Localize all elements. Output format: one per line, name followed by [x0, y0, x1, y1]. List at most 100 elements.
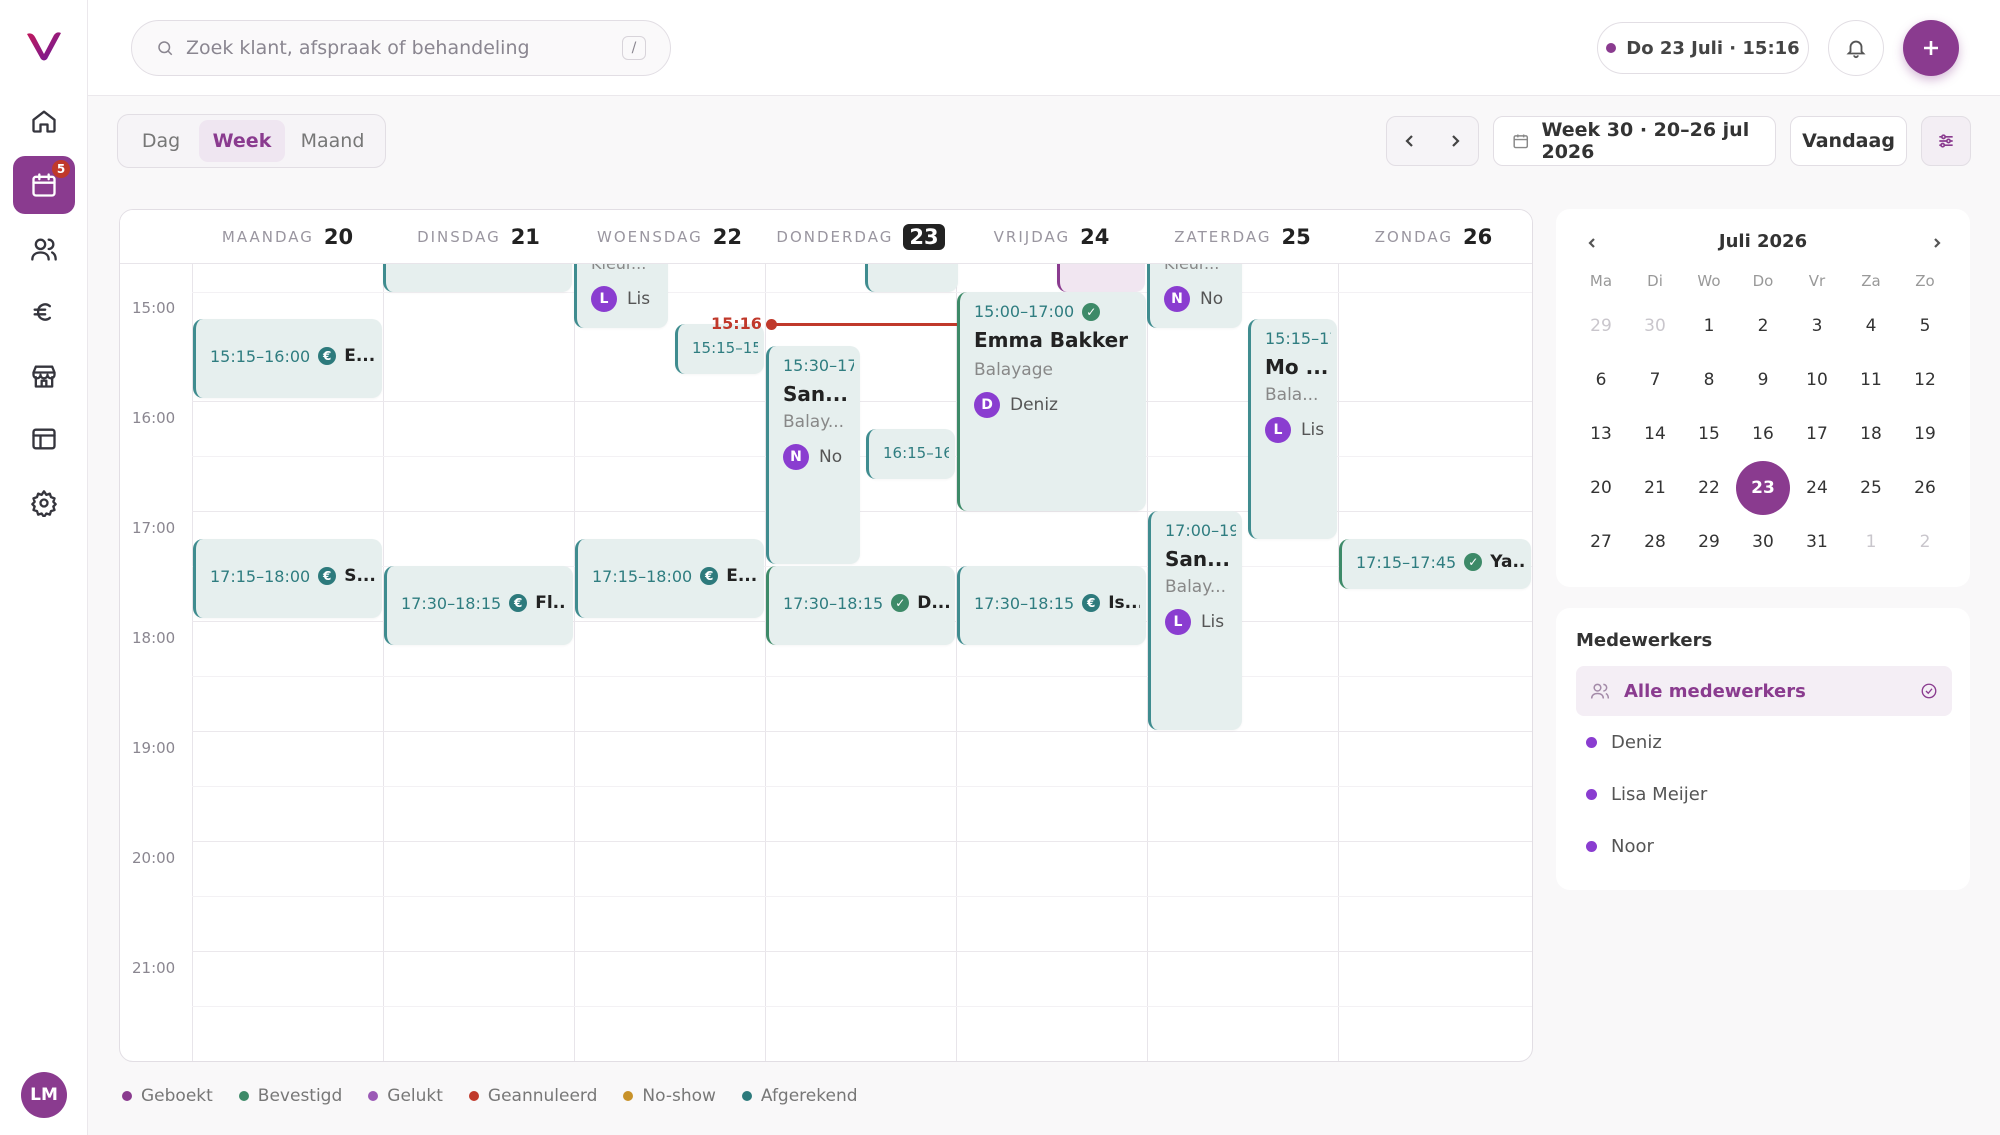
mini-cal-day[interactable]: 3 [1790, 299, 1844, 353]
mini-cal-day[interactable]: 2 [1736, 299, 1790, 353]
mini-cal-day-selected[interactable]: 23 [1736, 461, 1790, 515]
appointment-card[interactable] [1057, 264, 1145, 292]
notifications-button[interactable] [1828, 20, 1884, 76]
staff-filter-name: Deniz [1611, 732, 1662, 753]
brand-logo[interactable] [24, 28, 64, 62]
nav-finance[interactable] [13, 283, 75, 341]
mini-cal-day[interactable]: 28 [1628, 515, 1682, 569]
legend-label: Afgerekend [760, 1086, 858, 1106]
day-name: ZONDAG [1374, 228, 1453, 246]
mini-cal-day[interactable]: 25 [1844, 461, 1898, 515]
legend-label: Bevestigd [257, 1086, 343, 1106]
appointment-card[interactable]: 17:30–18:15 ✓ D... [766, 566, 955, 645]
mini-cal-day[interactable]: 9 [1736, 353, 1790, 407]
appointment-client: E... [726, 566, 758, 586]
today-button[interactable]: Vandaag [1790, 116, 1907, 166]
mini-cal-day[interactable]: 4 [1844, 299, 1898, 353]
mini-cal-day[interactable]: 14 [1628, 407, 1682, 461]
week-picker-button[interactable]: Week 30 · 20–26 jul 2026 [1493, 116, 1776, 166]
mini-cal-day[interactable]: 30 [1628, 299, 1682, 353]
tab-month[interactable]: Maand [285, 120, 380, 162]
mini-cal-day[interactable]: 1 [1682, 299, 1736, 353]
mini-cal-day[interactable]: 22 [1682, 461, 1736, 515]
day-header-friday[interactable]: VRIJDAG 24 [956, 210, 1147, 264]
mini-cal-day[interactable]: 11 [1844, 353, 1898, 407]
tab-day[interactable]: Dag [123, 120, 199, 162]
next-week-button[interactable] [1433, 117, 1479, 165]
new-appointment-button[interactable] [1903, 20, 1959, 76]
mini-cal-day[interactable]: 19 [1898, 407, 1952, 461]
day-number: 24 [1080, 225, 1110, 249]
grid-hour-line [192, 951, 1532, 952]
appointment-card[interactable]: 17:30–18:15 € Fl... [384, 566, 573, 645]
nav-home[interactable] [13, 92, 75, 150]
appointment-card[interactable]: 16:15–16:4 [866, 429, 955, 479]
nav-layout[interactable] [13, 410, 75, 468]
appointment-card[interactable]: 17:15–18:00 € S... [193, 539, 382, 618]
mini-cal-day[interactable]: 27 [1574, 515, 1628, 569]
day-header-sunday[interactable]: ZONDAG 26 [1338, 210, 1529, 264]
appointment-card[interactable]: 17:15–18:00 € E... [575, 539, 764, 618]
search-input[interactable]: Zoek klant, afspraak of behandeling / [131, 20, 671, 76]
datetime-text: Do 23 Juli · 15:16 [1626, 37, 1800, 59]
nav-calendar[interactable]: 5 [13, 156, 75, 214]
mini-cal-day[interactable]: 18 [1844, 407, 1898, 461]
mini-cal-title: Juli 2026 [1718, 231, 1808, 252]
appointment-card[interactable]: Kleur... N No [1147, 264, 1242, 328]
day-header-monday[interactable]: MAANDAG 20 [192, 210, 383, 264]
appointment-card[interactable]: 17:30–18:15 € Is... [957, 566, 1146, 645]
week-calendar: MAANDAG 20 DINSDAG 21 WOENSDAG 22 DONDERDAG… [119, 209, 1533, 1062]
grid-half-line [192, 786, 1532, 787]
user-avatar[interactable]: LM [21, 1072, 67, 1118]
mini-cal-day[interactable]: 1 [1844, 515, 1898, 569]
appointment-card[interactable]: 15:15–17 Mo ... Bala... L Lis [1248, 319, 1337, 539]
mini-cal-day[interactable]: 10 [1790, 353, 1844, 407]
appointment-card[interactable]: Kleur... L Lis [574, 264, 668, 328]
mini-cal-day[interactable]: 15 [1682, 407, 1736, 461]
mini-cal-day[interactable]: 20 [1574, 461, 1628, 515]
appointment-card[interactable]: 15:30–17: San... Balay... N No [766, 346, 860, 564]
mini-cal-day[interactable]: 5 [1898, 299, 1952, 353]
day-header-saturday[interactable]: ZATERDAG 25 [1147, 210, 1338, 264]
mini-cal-day[interactable]: 16 [1736, 407, 1790, 461]
day-header-wednesday[interactable]: WOENSDAG 22 [574, 210, 765, 264]
mini-cal-day[interactable]: 29 [1574, 299, 1628, 353]
mini-cal-day[interactable]: 13 [1574, 407, 1628, 461]
prev-week-button[interactable] [1387, 117, 1433, 165]
mini-cal-day[interactable]: 2 [1898, 515, 1952, 569]
mini-cal-day[interactable]: 21 [1628, 461, 1682, 515]
mini-cal-day[interactable]: 29 [1682, 515, 1736, 569]
nav-settings[interactable] [13, 474, 75, 532]
appointment-card[interactable]: 15:00–17:00 ✓ Emma Bakker Balayage D Deniz [957, 292, 1146, 511]
appointment-card[interactable] [383, 264, 572, 292]
mini-cal-day[interactable]: 24 [1790, 461, 1844, 515]
staff-filter-item[interactable]: Deniz [1586, 732, 1662, 753]
filter-button[interactable] [1921, 116, 1971, 166]
time-grid[interactable]: 15:00 16:00 17:00 18:00 19:00 20:00 21:0… [120, 264, 1532, 1061]
day-header-tuesday[interactable]: DINSDAG 21 [383, 210, 574, 264]
appointment-card[interactable]: 17:00–19: San... Balay... L Lis [1148, 511, 1242, 730]
mini-cal-day[interactable]: 12 [1898, 353, 1952, 407]
mini-cal-day[interactable]: 31 [1790, 515, 1844, 569]
nav-clients[interactable] [13, 220, 75, 278]
staff-avatar: L [1165, 609, 1191, 635]
all-staff-filter[interactable]: Alle medewerkers [1576, 666, 1952, 716]
staff-name: Lis [1301, 420, 1325, 440]
staff-filter-item[interactable]: Noor [1586, 836, 1654, 857]
mini-cal-day[interactable]: 17 [1790, 407, 1844, 461]
staff-filter-item[interactable]: Lisa Meijer [1586, 784, 1707, 805]
appointment-card[interactable]: 15:15–16:00 € E... [193, 319, 382, 398]
mini-cal-day[interactable]: 8 [1682, 353, 1736, 407]
calendar-header: MAANDAG 20 DINSDAG 21 WOENSDAG 22 DONDERDAG… [120, 210, 1532, 264]
appointment-card[interactable]: 17:15–17:45 ✓ Ya... [1339, 539, 1531, 589]
day-header-thursday[interactable]: DONDERDAG 23 [765, 210, 956, 264]
appointment-card[interactable] [865, 264, 958, 292]
mini-cal-day[interactable]: 30 [1736, 515, 1790, 569]
tab-week[interactable]: Week [199, 120, 285, 162]
nav-store[interactable] [13, 347, 75, 405]
mini-cal-day[interactable]: 6 [1574, 353, 1628, 407]
mini-cal-day[interactable]: 26 [1898, 461, 1952, 515]
hour-label: 19:00 [132, 739, 176, 757]
mini-cal-next-button[interactable] [1927, 233, 1947, 253]
mini-cal-day[interactable]: 7 [1628, 353, 1682, 407]
